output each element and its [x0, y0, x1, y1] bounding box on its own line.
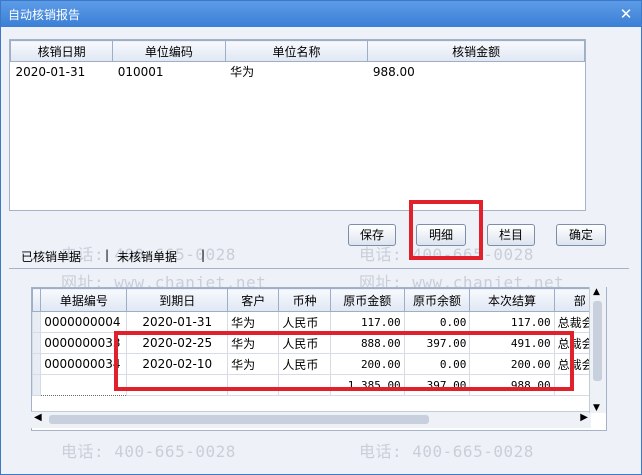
cell-unit-code[interactable]: 010001	[113, 62, 225, 82]
tab-divider	[9, 268, 629, 269]
cell-customer[interactable]: 华为	[227, 311, 280, 333]
highlight-box-rows	[114, 331, 574, 391]
verification-summary-table[interactable]: 核销日期 单位编码 单位名称 核销金额 2020-01-31 010001 华为…	[9, 39, 586, 211]
auto-verification-report-window: 自动核销报告 ✕ 电话: 400-665-0028 电话: 400-665-00…	[0, 0, 642, 475]
scroll-down-icon[interactable]: ▼	[593, 403, 600, 413]
column-header-unit-code[interactable]: 单位编码	[112, 40, 226, 62]
watermark-phone: 电话: 400-665-0028	[359, 442, 534, 461]
columns-button[interactable]: 栏目	[487, 224, 535, 246]
column-header-orig-balance[interactable]: 原币余额	[403, 288, 471, 312]
horizontal-scrollbar[interactable]: ◀ ▶	[31, 411, 591, 428]
tab-separator: |	[105, 248, 110, 262]
scroll-left-icon[interactable]: ◀	[34, 412, 42, 423]
cell-currency[interactable]: 人民币	[278, 311, 331, 333]
table-header-row: 核销日期 单位编码 单位名称 核销金额	[9, 40, 585, 62]
column-header-unit-name[interactable]: 单位名称	[224, 40, 369, 62]
cell-settlement[interactable]: 117.00	[469, 311, 555, 333]
watermark-phone: 电话: 400-665-0028	[61, 442, 236, 461]
row-header	[32, 374, 42, 396]
tab-unverified[interactable]: 未核销单据	[117, 248, 177, 265]
cell-doc-no[interactable]: 0000000004	[40, 311, 128, 333]
tab-separator: |	[201, 248, 206, 262]
highlight-box-detail	[409, 200, 483, 260]
table-header-row: 单据编号 到期日 客户 币种 原币金额 原币余额 本次结算 部	[32, 288, 606, 312]
title-bar[interactable]: 自动核销报告 ✕	[1, 1, 641, 27]
vertical-scrollbar[interactable]: ▲ ▼	[589, 287, 606, 413]
column-header-currency[interactable]: 币种	[278, 288, 331, 312]
cell-orig-amount[interactable]: 117.00	[329, 311, 405, 333]
horizontal-scroll-thumb[interactable]	[49, 415, 429, 424]
column-header-settlement[interactable]: 本次结算	[469, 288, 555, 312]
column-header-customer[interactable]: 客户	[227, 288, 280, 312]
close-icon[interactable]: ✕	[617, 5, 635, 23]
cell-orig-balance[interactable]: 0.00	[403, 311, 471, 333]
tab-verified[interactable]: 已核销单据	[21, 248, 81, 265]
column-header-due-date[interactable]: 到期日	[126, 288, 229, 312]
column-header-orig-amount[interactable]: 原币金额	[329, 288, 405, 312]
row-header[interactable]	[32, 353, 42, 375]
column-header-doc-no[interactable]: 单据编号	[40, 288, 128, 312]
row-header-corner	[32, 288, 42, 312]
row-header[interactable]	[32, 332, 42, 354]
scroll-right-icon[interactable]: ▶	[580, 412, 588, 423]
table-row[interactable]: 2020-01-31 010001 华为 988.00	[11, 62, 585, 82]
column-header-amount[interactable]: 核销金额	[367, 40, 585, 62]
scroll-up-icon[interactable]: ▲	[593, 287, 600, 297]
cell-date[interactable]: 2020-01-31	[11, 62, 113, 82]
ok-button[interactable]: 确定	[556, 224, 606, 246]
cell-unit-name[interactable]: 华为	[225, 62, 368, 82]
column-header-date[interactable]: 核销日期	[9, 40, 114, 62]
vertical-scroll-thumb[interactable]	[593, 301, 602, 381]
cell-amount[interactable]: 988.00	[368, 62, 585, 82]
save-button[interactable]: 保存	[348, 224, 396, 246]
row-header[interactable]	[32, 311, 42, 333]
window-title: 自动核销报告	[8, 8, 81, 22]
table-row[interactable]: 0000000004 2020-01-31 华为 人民币 117.00 0.00…	[32, 311, 606, 333]
cell-due-date[interactable]: 2020-01-31	[126, 311, 229, 333]
